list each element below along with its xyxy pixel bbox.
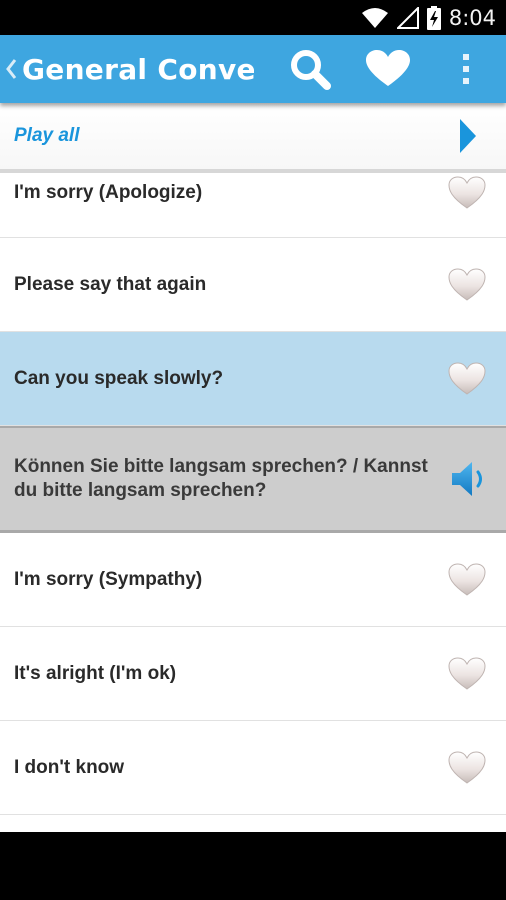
list-item[interactable]: I'm sorry (Apologize) [0, 173, 506, 238]
translation-row[interactable]: Können Sie bitte langsam sprechen? / Kan… [0, 426, 506, 533]
status-bar: 8:04 [0, 0, 506, 35]
action-bar: General Conve… [0, 35, 506, 103]
heart-icon[interactable] [448, 267, 486, 302]
up-navigation[interactable]: General Conve… [0, 35, 254, 103]
phrase-text: It's alright (I'm ok) [14, 662, 177, 684]
heart-icon[interactable] [448, 361, 486, 396]
phrase-text: I'm sorry (Sympathy) [14, 568, 203, 590]
signal-icon [396, 6, 419, 29]
play-all-row[interactable]: Play all [0, 103, 506, 173]
search-button[interactable] [282, 35, 338, 103]
list-item[interactable]: It's alright (I'm ok) [0, 627, 506, 721]
bottom-area [0, 832, 506, 900]
wifi-icon [361, 7, 388, 28]
search-icon [291, 50, 331, 90]
battery-charging-icon [426, 5, 441, 30]
speaker-icon[interactable] [450, 459, 490, 499]
phrase-text: I don't know [14, 756, 125, 778]
list-item-selected[interactable]: Can you speak slowly? [0, 332, 506, 426]
heart-icon[interactable] [448, 562, 486, 597]
back-chevron-icon [6, 59, 17, 79]
phrase-text: I'm sorry (Apologize) [14, 182, 203, 203]
list-item[interactable]: Please say that again [0, 238, 506, 332]
list-item[interactable]: I don't know [0, 721, 506, 815]
overflow-menu-icon [463, 54, 469, 84]
play-all-label: Play all [14, 125, 80, 146]
favorites-button[interactable] [360, 35, 416, 103]
phrase-text: Please say that again [14, 273, 207, 295]
translation-text: Können Sie bitte langsam sprechen? / Kan… [14, 456, 428, 501]
overflow-menu-button[interactable] [446, 35, 486, 103]
heart-icon[interactable] [448, 750, 486, 785]
heart-icon[interactable] [448, 656, 486, 691]
phrase-list: I'm sorry (Apologize) Please say that ag… [0, 173, 506, 832]
favorites-heart-icon [366, 50, 410, 86]
status-time: 8:04 [448, 5, 496, 30]
heart-icon[interactable] [448, 176, 486, 210]
page-title: General Conve… [22, 52, 254, 86]
phrase-text: Can you speak slowly? [14, 367, 224, 389]
play-triangle-icon[interactable] [460, 119, 476, 153]
list-item[interactable]: I'm sorry (Sympathy) [0, 533, 506, 627]
